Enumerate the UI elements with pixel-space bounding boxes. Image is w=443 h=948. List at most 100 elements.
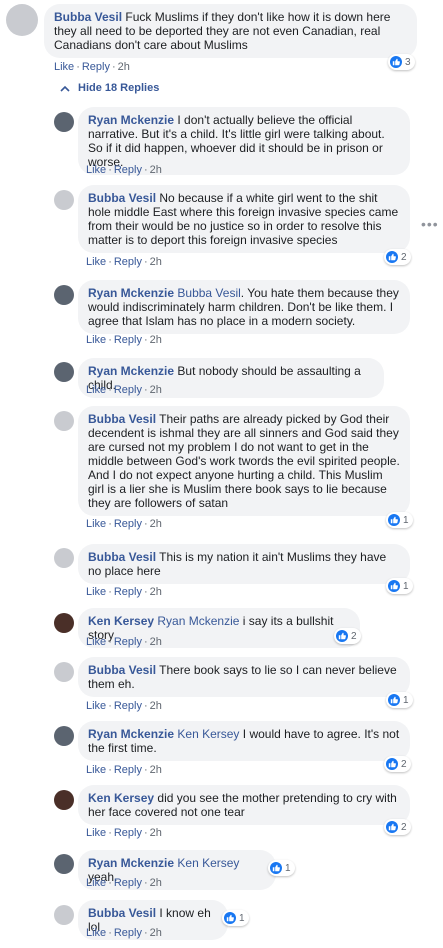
like-link[interactable]: Like (86, 636, 106, 648)
hide-replies-link[interactable]: Hide 18 Replies (60, 82, 159, 94)
reaction-count[interactable]: 1 (268, 860, 295, 876)
reply-link[interactable]: Reply (114, 764, 142, 776)
commenter-name[interactable]: Ryan Mckenzie (88, 727, 174, 741)
reaction-count[interactable]: 1 (222, 910, 249, 926)
commenter-name[interactable]: Ryan Mckenzie (88, 286, 174, 300)
like-link[interactable]: Like (86, 586, 106, 598)
avatar[interactable] (54, 190, 74, 210)
like-reaction-icon (390, 56, 402, 68)
comment-bubble: Bubba Vesil Fuck Muslims if they don't l… (44, 4, 417, 58)
reply-link[interactable]: Reply (114, 700, 142, 712)
timestamp[interactable]: 2h (150, 764, 162, 776)
like-reaction-icon (386, 758, 398, 770)
timestamp[interactable]: 2h (150, 384, 162, 396)
timestamp[interactable]: 2h (150, 927, 162, 939)
like-link[interactable]: Like (86, 927, 106, 939)
comment-actions: Like · Reply · 2h (54, 61, 130, 73)
reply-link[interactable]: Reply (114, 164, 142, 176)
mention-link[interactable]: Ryan Mckenzie (157, 614, 239, 628)
reaction-count[interactable]: 3 (388, 54, 415, 70)
reaction-count[interactable]: 1 (386, 692, 413, 708)
comment-text: Their paths are already picked by God th… (88, 412, 400, 510)
chevron-up-icon (60, 85, 70, 92)
like-reaction-icon (270, 862, 282, 874)
commenter-name[interactable]: Ken Kersey (88, 791, 154, 805)
mention-link[interactable]: Ken Kersey (177, 727, 239, 741)
mention-link[interactable]: Bubba Vesil (177, 286, 240, 300)
timestamp[interactable]: 2h (150, 334, 162, 346)
timestamp[interactable]: 2h (150, 518, 162, 530)
reply-link[interactable]: Reply (114, 877, 142, 889)
commenter-name[interactable]: Bubba Vesil (88, 663, 156, 677)
like-link[interactable]: Like (86, 164, 106, 176)
like-link[interactable]: Like (86, 518, 106, 530)
reply-link[interactable]: Reply (114, 927, 142, 939)
reply-link[interactable]: Reply (114, 827, 142, 839)
more-options-icon[interactable]: ••• (421, 216, 439, 232)
timestamp[interactable]: 2h (150, 877, 162, 889)
like-link[interactable]: Like (86, 256, 106, 268)
avatar[interactable] (54, 662, 74, 682)
like-link[interactable]: Like (86, 764, 106, 776)
comment-bubble: Ryan Mckenzie Ken Kersey I would have to… (78, 721, 410, 761)
commenter-name[interactable]: Bubba Vesil (88, 550, 156, 564)
reply-link[interactable]: Reply (114, 256, 142, 268)
timestamp[interactable]: 2h (150, 586, 162, 598)
timestamp[interactable]: 2h (118, 61, 130, 73)
comment-actions: Like · Reply · 2h (86, 334, 162, 346)
comment-actions: Like · Reply · 2h (86, 256, 162, 268)
reaction-count[interactable]: 1 (386, 578, 413, 594)
commenter-name[interactable]: Ryan Mckenzie (88, 856, 174, 870)
like-reaction-icon (336, 630, 348, 642)
avatar[interactable] (54, 613, 74, 633)
reaction-count[interactable]: 2 (334, 628, 361, 644)
commenter-name[interactable]: Bubba Vesil (88, 412, 156, 426)
reply-link[interactable]: Reply (114, 586, 142, 598)
avatar[interactable] (54, 726, 74, 746)
comment-bubble: Bubba Vesil Their paths are already pick… (78, 406, 410, 516)
comment-actions: Like · Reply · 2h (86, 764, 162, 776)
comment-actions: Like · Reply · 2h (86, 827, 162, 839)
reply-link[interactable]: Reply (114, 636, 142, 648)
avatar[interactable] (54, 548, 74, 568)
timestamp[interactable]: 2h (150, 700, 162, 712)
reaction-count[interactable]: 2 (384, 249, 411, 265)
reaction-count[interactable]: 2 (384, 756, 411, 772)
mention-link[interactable]: Ken Kersey (177, 856, 239, 870)
like-link[interactable]: Like (86, 334, 106, 346)
avatar[interactable] (54, 790, 74, 810)
like-link[interactable]: Like (54, 61, 74, 73)
avatar[interactable] (54, 411, 74, 431)
reaction-count[interactable]: 2 (384, 819, 411, 835)
timestamp[interactable]: 2h (150, 636, 162, 648)
like-reaction-icon (388, 694, 400, 706)
avatar[interactable] (54, 285, 74, 305)
commenter-name[interactable]: Ken Kersey (88, 614, 154, 628)
avatar[interactable] (6, 4, 38, 36)
commenter-name[interactable]: Bubba Vesil (88, 191, 156, 205)
like-reaction-icon (386, 251, 398, 263)
commenter-name[interactable]: Ryan Mckenzie (88, 364, 174, 378)
like-link[interactable]: Like (86, 700, 106, 712)
reaction-count[interactable]: 1 (386, 512, 413, 528)
like-link[interactable]: Like (86, 827, 106, 839)
comment-bubble: Bubba Vesil There book says to lie so I … (78, 657, 410, 697)
commenter-name[interactable]: Bubba Vesil (54, 10, 122, 24)
avatar[interactable] (54, 854, 74, 874)
comment-actions: Like · Reply · 2h (86, 877, 162, 889)
comment-actions: Like · Reply · 2h (86, 586, 162, 598)
reply-link[interactable]: Reply (114, 518, 142, 530)
avatar[interactable] (54, 905, 74, 925)
reply-link[interactable]: Reply (114, 334, 142, 346)
like-link[interactable]: Like (86, 877, 106, 889)
like-link[interactable]: Like (86, 384, 106, 396)
timestamp[interactable]: 2h (150, 256, 162, 268)
commenter-name[interactable]: Ryan Mckenzie (88, 113, 174, 127)
timestamp[interactable]: 2h (150, 827, 162, 839)
reply-link[interactable]: Reply (114, 384, 142, 396)
commenter-name[interactable]: Bubba Vesil (88, 906, 156, 920)
avatar[interactable] (54, 112, 74, 132)
reply-link[interactable]: Reply (82, 61, 110, 73)
timestamp[interactable]: 2h (150, 164, 162, 176)
avatar[interactable] (54, 362, 74, 382)
